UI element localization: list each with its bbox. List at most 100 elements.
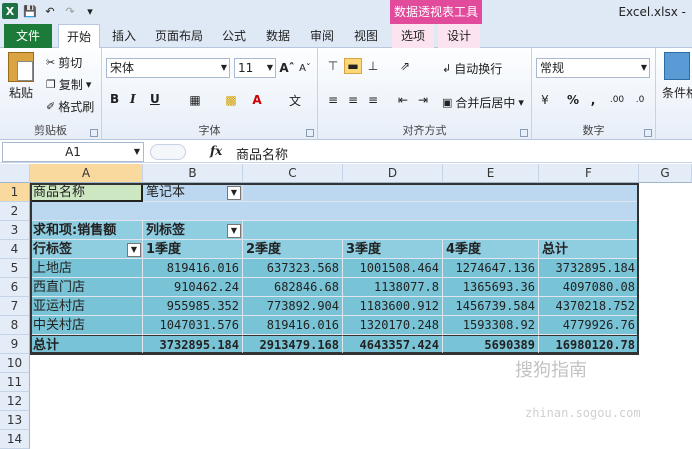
row-header-12[interactable]: 12 [0, 392, 30, 411]
align-right-icon[interactable]: ≡ [364, 92, 382, 108]
column-header-f[interactable]: F [539, 164, 639, 183]
pivot-grand-total-label[interactable]: 总计 [30, 335, 143, 354]
pivot-values-label[interactable]: 求和项:销售额 [30, 221, 143, 240]
row-header-6[interactable]: 6 [0, 278, 30, 297]
pivot-value-cell[interactable]: 1274647.136 [443, 259, 539, 278]
redo-icon[interactable]: ↷ [62, 3, 78, 19]
tab-home[interactable]: 开始 [58, 24, 100, 49]
pivot-value-cell[interactable]: 955985.352 [143, 297, 243, 316]
cut-button[interactable]: ✂ 剪切 [46, 54, 82, 71]
row-header-7[interactable]: 7 [0, 297, 30, 316]
row-header-11[interactable]: 11 [0, 373, 30, 392]
tab-insert[interactable]: 插入 [104, 24, 144, 48]
pivot-value-cell[interactable]: 1320170.248 [343, 316, 443, 335]
row-header-10[interactable]: 10 [0, 354, 30, 373]
pivot-value-cell[interactable]: 1183600.912 [343, 297, 443, 316]
number-format-combo[interactable]: 常规 ▼ [536, 58, 650, 78]
percent-button[interactable]: % [564, 92, 582, 108]
pivot-value-cell[interactable]: 1047031.576 [143, 316, 243, 335]
row-header-13[interactable]: 13 [0, 411, 30, 430]
bold-button[interactable]: B [110, 92, 119, 106]
paste-button[interactable]: 粘贴 [4, 52, 38, 101]
decrease-decimal-button[interactable]: .0 [630, 92, 650, 108]
align-top-icon[interactable]: ⊤ [324, 58, 342, 74]
row-labels-dropdown-icon[interactable]: ▼ [127, 243, 141, 257]
number-launcher-icon[interactable] [644, 129, 652, 137]
increase-decimal-button[interactable]: .00 [606, 92, 628, 108]
row-header-9[interactable]: 9 [0, 335, 30, 354]
undo-icon[interactable]: ↶ [42, 3, 58, 19]
column-header-g[interactable]: G [639, 164, 692, 183]
font-color-icon[interactable]: A [248, 92, 266, 108]
pivot-row-label[interactable]: 中关村店 [30, 316, 143, 335]
column-header-c[interactable]: C [243, 164, 343, 183]
alignment-launcher-icon[interactable] [520, 129, 528, 137]
decrease-indent-icon[interactable]: ⇤ [394, 92, 412, 108]
font-name-combo[interactable]: 宋体 ▼ [106, 58, 230, 78]
shrink-font-icon[interactable]: Aˇ [296, 60, 314, 76]
pivot-value-cell[interactable]: 1138077.8 [343, 278, 443, 297]
pivot-total-cell[interactable]: 3732895.184 [143, 335, 243, 354]
pivot-value-cell[interactable]: 4779926.76 [539, 316, 639, 335]
column-labels-dropdown-icon[interactable]: ▼ [227, 224, 241, 238]
tab-options[interactable]: 选项 [392, 24, 434, 48]
pivot-value-cell[interactable]: 3732895.184 [539, 259, 639, 278]
row-header-4[interactable]: 4 [0, 240, 30, 259]
currency-icon[interactable]: ¥ [536, 92, 554, 108]
align-middle-icon[interactable]: ▬ [344, 58, 362, 74]
pivot-value-cell[interactable]: 637323.568 [243, 259, 343, 278]
font-size-combo[interactable]: 11 ▼ [234, 58, 276, 78]
comma-button[interactable]: , [584, 92, 602, 108]
row-header-14[interactable]: 14 [0, 430, 30, 449]
row-header-2[interactable]: 2 [0, 202, 30, 221]
pivot-row-label[interactable]: 上地店 [30, 259, 143, 278]
increase-indent-icon[interactable]: ⇥ [414, 92, 432, 108]
fill-color-icon[interactable]: ▩ [222, 92, 240, 108]
conditional-format-button[interactable]: 条件格 [660, 52, 692, 101]
pivot-value-cell[interactable]: 1365693.36 [443, 278, 539, 297]
align-left-icon[interactable]: ≡ [324, 92, 342, 108]
name-box[interactable]: A1 ▼ [2, 142, 144, 162]
pivot-value-cell[interactable]: 682846.68 [243, 278, 343, 297]
underline-button[interactable]: U [150, 92, 160, 106]
customize-qat-icon[interactable]: ▾ [82, 3, 98, 19]
wrap-text-button[interactable]: ↲ 自动换行 [442, 60, 502, 77]
pivot-value-cell[interactable]: 910462.24 [143, 278, 243, 297]
pivot-value-cell[interactable]: 1593308.92 [443, 316, 539, 335]
column-header-a[interactable]: A [30, 164, 143, 183]
clipboard-launcher-icon[interactable] [90, 129, 98, 137]
pivot-total-cell[interactable]: 16980120.78 [539, 335, 639, 354]
row-header-5[interactable]: 5 [0, 259, 30, 278]
pivot-value-cell[interactable]: 4097080.08 [539, 278, 639, 297]
format-painter-button[interactable]: ✐ 格式刷 [46, 98, 94, 115]
pivot-row-label[interactable]: 西直门店 [30, 278, 143, 297]
borders-icon[interactable]: ▦ [186, 92, 204, 108]
row-header-8[interactable]: 8 [0, 316, 30, 335]
align-bottom-icon[interactable]: ⊥ [364, 58, 382, 74]
tab-file[interactable]: 文件 [4, 24, 52, 48]
pivot-total-cell[interactable]: 2913479.168 [243, 335, 343, 354]
worksheet-grid[interactable]: A B C D E F G 1 2 3 4 5 6 7 8 9 10 11 12… [0, 164, 692, 449]
orientation-icon[interactable]: ⇗ [396, 58, 414, 74]
tab-view[interactable]: 视图 [346, 24, 386, 48]
font-launcher-icon[interactable] [306, 129, 314, 137]
tab-design[interactable]: 设计 [438, 24, 480, 48]
pivot-value-cell[interactable]: 1001508.464 [343, 259, 443, 278]
pivot-value-cell[interactable]: 773892.904 [243, 297, 343, 316]
pivot-value-cell[interactable]: 819416.016 [243, 316, 343, 335]
pivot-total-cell[interactable]: 4643357.424 [343, 335, 443, 354]
tab-data[interactable]: 数据 [258, 24, 298, 48]
select-all-corner[interactable] [0, 164, 30, 183]
row-header-3[interactable]: 3 [0, 221, 30, 240]
italic-button[interactable]: I [130, 92, 136, 106]
formula-content[interactable]: 商品名称 [236, 144, 288, 163]
column-header-d[interactable]: D [343, 164, 443, 183]
merge-center-button[interactable]: ▣ 合并后居中 ▾ [442, 94, 524, 111]
pivot-value-cell[interactable]: 819416.016 [143, 259, 243, 278]
phonetic-icon[interactable]: 文 [286, 92, 304, 108]
insert-function-button[interactable]: fx [210, 144, 222, 158]
column-header-e[interactable]: E [443, 164, 539, 183]
tab-review[interactable]: 审阅 [302, 24, 342, 48]
pivot-row-label[interactable]: 亚运村店 [30, 297, 143, 316]
grow-font-icon[interactable]: Aˆ [278, 60, 296, 76]
